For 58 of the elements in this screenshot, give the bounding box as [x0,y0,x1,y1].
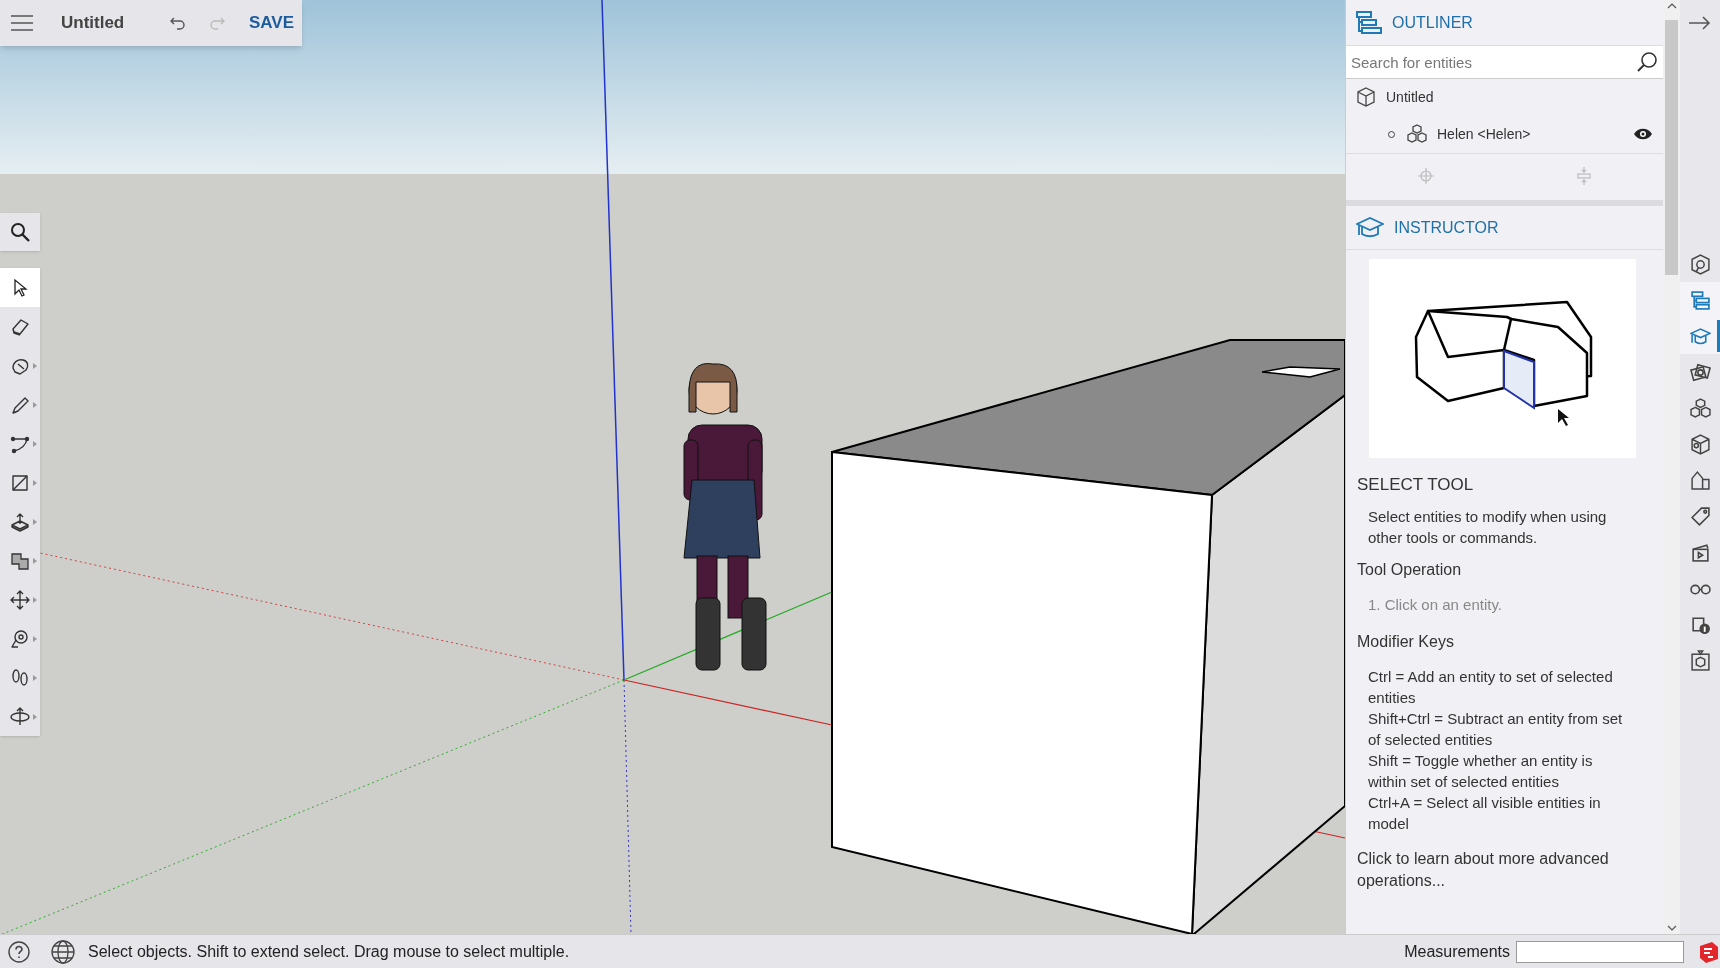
modifier-key-text: Ctrl = Add an entity to set of selected entities [1367,667,1614,708]
arrow-right-icon [1689,16,1711,30]
entity-label: Helen <Helen> [1437,124,1532,144]
modifier-key-text: Ctrl+A = Select all visible entities in model [1367,793,1602,834]
outliner-row[interactable]: Untitled [1346,79,1663,115]
status-message: Select objects. Shift to extend select. Drag mouse to select multiple. [88,941,570,962]
outliner-icon [1689,289,1711,311]
move-arrows-icon [10,589,30,610]
section-heading: Tool Operation [1357,559,1463,580]
menu-icon [11,15,34,31]
orbit-icon [10,706,30,727]
tag-icon [1689,505,1711,527]
footprints-icon [10,667,30,688]
clapperboard-icon [1689,541,1711,563]
person-figure-drawing[interactable] [683,363,767,671]
panel-toggle-button[interactable] [1680,318,1720,354]
search-icon [1636,51,1658,73]
instructor-title: INSTRUCTOR [1394,217,1499,238]
save-button[interactable]: SAVE [240,0,302,46]
tool-button[interactable] [0,268,40,307]
cube-search-icon [1689,253,1711,275]
operation-step: 1. Click on an entity. [1357,593,1624,616]
styled-cube-icon [1689,433,1711,455]
outliner-icon [1356,10,1382,35]
outliner-row[interactable]: Helen <Helen> [1346,115,1663,153]
search-icon [10,222,30,242]
tool-description: Select entities to modify when using other tools or commands. [1367,506,1608,548]
undo-icon [170,16,187,30]
measurements-label: Measurements [1404,941,1510,962]
scrollbar-thumb[interactable] [1665,20,1678,275]
modifier-key-text: Shift+Ctrl = Subtract an entity from set of selected entities [1367,709,1624,750]
rectangle-icon [10,472,30,493]
material-swatches-icon [1689,361,1711,383]
outliner-title: OUTLINER [1392,12,1473,33]
measurements-field[interactable] [1516,940,1684,963]
help-icon[interactable] [8,940,30,963]
advanced-operations-link[interactable]: Click to learn about more advanced operations... [1357,848,1624,892]
cube-icon [1356,87,1376,107]
eye-icon[interactable] [1633,127,1653,141]
component-icon [1407,124,1427,144]
box-model-drawing[interactable] [831,339,1345,934]
globe-icon[interactable] [51,939,75,964]
modifier-key-text: Shift = Toggle whether an entity is within set of selected entities [1367,751,1594,792]
graduation-cap-icon [1356,216,1384,239]
section-heading: Modifier Keys [1357,632,1455,652]
components-icon [1689,397,1711,419]
offset-icon [10,550,30,571]
eraser-icon [10,316,30,337]
push-pull-icon [10,511,30,532]
panel-toggle-button[interactable] [1680,282,1720,318]
tape-measure-icon [10,628,30,649]
document-title: Untitled [60,12,126,35]
graduation-cap-icon [1689,325,1711,347]
tool-name-heading: SELECT TOOL [1357,474,1475,496]
boxed-cube-icon [1689,649,1711,671]
buildings-icon [1689,469,1711,491]
redo-icon [209,16,226,30]
entity-label: Untitled [1386,87,1435,107]
